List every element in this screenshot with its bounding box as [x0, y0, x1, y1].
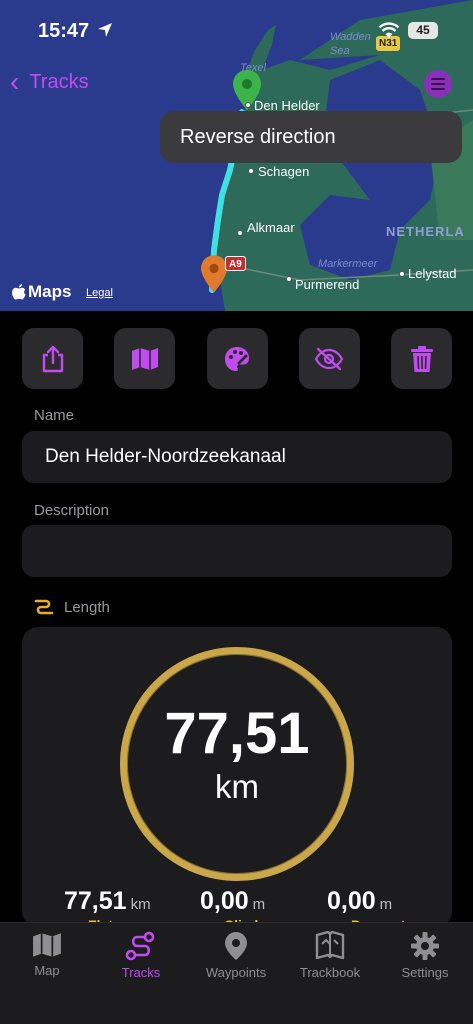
- status-time: 15:47: [38, 20, 90, 42]
- map-menu-button[interactable]: [424, 70, 452, 98]
- apple-logo-icon: [12, 284, 26, 300]
- tab-waypoints[interactable]: Waypoints: [191, 931, 281, 980]
- map-label-texel: Texel: [240, 62, 266, 74]
- gear-icon: [411, 932, 439, 960]
- map-dot: [245, 102, 251, 108]
- style-button[interactable]: [206, 328, 268, 389]
- tab-label: Waypoints: [205, 965, 267, 980]
- name-field[interactable]: Den Helder-Noordzeekanaal: [22, 431, 452, 483]
- map-icon: [33, 933, 61, 957]
- end-pin-icon[interactable]: [201, 255, 227, 293]
- tab-label: Map: [34, 963, 60, 978]
- name-label: Name: [34, 407, 75, 424]
- stat-climb: 0,00m Climb: [200, 887, 266, 927]
- stat-value: 0,00: [327, 887, 376, 915]
- tab-settings[interactable]: Settings: [380, 931, 470, 980]
- stat-unit: m: [252, 896, 266, 913]
- legal-link[interactable]: Legal: [86, 287, 113, 299]
- map-dot: [399, 271, 405, 277]
- battery-indicator: 45: [408, 22, 438, 39]
- stat-flat: 77,51km Flat: [64, 887, 151, 927]
- length-unit: km: [215, 768, 259, 805]
- tooltip-text: Reverse direction: [180, 125, 336, 148]
- share-button[interactable]: [22, 328, 83, 389]
- tab-bar: Map Tracks Waypoints Trackbook Settings: [0, 922, 473, 1024]
- stat-value: 0,00: [200, 887, 249, 915]
- length-card: 77,51 km 77,51km Flat 0,00m Climb 0,00m …: [22, 627, 452, 927]
- map-label-lelystad: Lelystad: [408, 266, 457, 281]
- map-dot: [237, 230, 243, 236]
- map-dot: [286, 276, 292, 282]
- location-arrow-icon: [98, 23, 112, 37]
- hide-button[interactable]: [298, 328, 360, 389]
- trash-icon: [410, 345, 433, 372]
- book-icon: [315, 931, 345, 960]
- description-field[interactable]: [22, 525, 452, 577]
- reverse-direction-tooltip[interactable]: Reverse direction: [160, 111, 462, 163]
- stat-descent: 0,00m Descent: [327, 887, 405, 927]
- length-header: Length: [34, 598, 110, 616]
- map-label-schagen: Schagen: [258, 164, 310, 179]
- back-button[interactable]: ‹ Tracks: [10, 66, 89, 97]
- tab-label: Trackbook: [299, 965, 361, 980]
- map-label-country: NETHERLA: [386, 224, 465, 239]
- map-label-purmerend: Purmerend: [295, 277, 360, 292]
- tab-label: Tracks: [121, 965, 161, 980]
- apple-maps-logo: Maps: [12, 282, 71, 302]
- length-value: 77,51: [164, 701, 310, 766]
- wifi-icon: [378, 22, 400, 38]
- length-label: Length: [64, 598, 110, 616]
- map-button[interactable]: [114, 328, 176, 389]
- map-dot: [248, 168, 254, 174]
- stat-value: 77,51: [64, 887, 127, 915]
- eye-slash-icon: [314, 347, 344, 370]
- map-view[interactable]: Texel Wadden Sea Den Helder Schagen Alkm…: [0, 0, 473, 311]
- chevron-left-icon: ‹: [10, 66, 20, 97]
- action-toolbar: [22, 328, 452, 389]
- stat-unit: km: [130, 896, 151, 913]
- status-bar: 15:47 45: [0, 18, 473, 46]
- tab-tracks[interactable]: Tracks: [96, 931, 186, 980]
- tab-map[interactable]: Map: [2, 931, 92, 978]
- delete-button[interactable]: [391, 328, 452, 389]
- back-label: Tracks: [29, 70, 89, 93]
- palette-icon: [225, 346, 249, 371]
- road-shield-a9: A9: [225, 256, 246, 271]
- map-label-markermeer: Markermeer: [318, 258, 378, 270]
- tab-label: Settings: [401, 965, 449, 980]
- maps-logo-text: Maps: [28, 282, 72, 301]
- description-label: Description: [34, 502, 110, 519]
- route-icon: [125, 931, 155, 961]
- stat-unit: m: [379, 896, 393, 913]
- tab-trackbook[interactable]: Trackbook: [285, 931, 375, 980]
- route-length-icon: [34, 599, 54, 615]
- map-label-alkmaar: Alkmaar: [247, 220, 295, 235]
- pin-icon: [225, 932, 247, 960]
- share-icon: [42, 345, 63, 372]
- map-icon: [131, 347, 158, 370]
